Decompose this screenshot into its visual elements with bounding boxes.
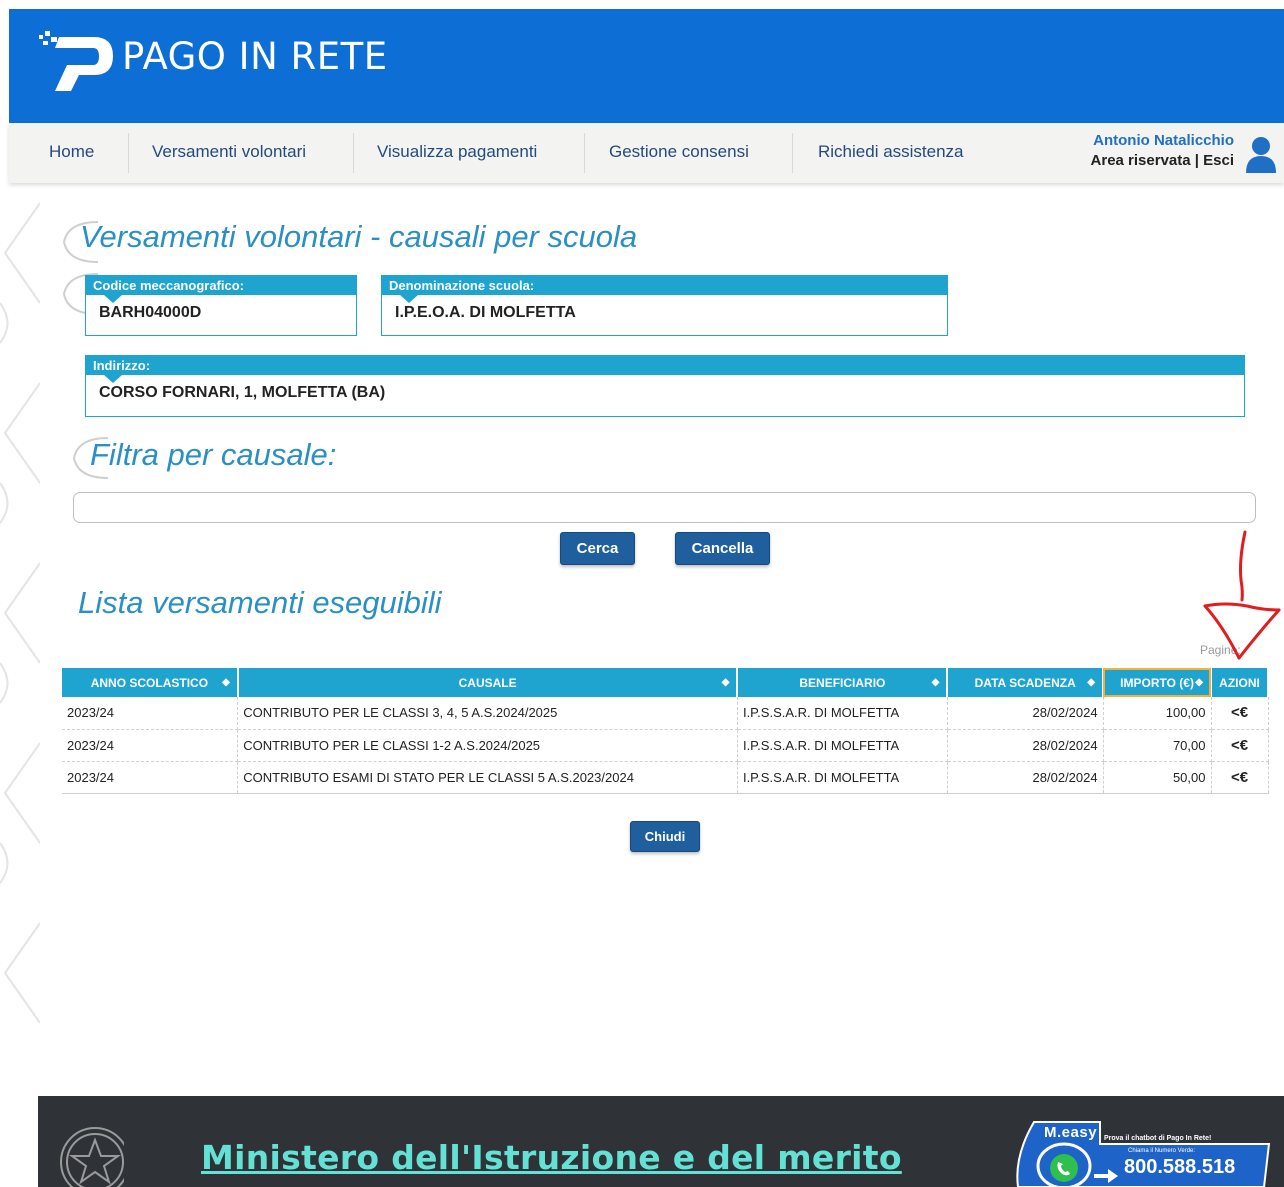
cell-beneficiario: I.P.S.S.A.R. DI MOLFETTA bbox=[737, 729, 948, 762]
codice-value: BARH04000D bbox=[99, 304, 202, 321]
user-links[interactable]: Area riservata | Esci bbox=[1091, 151, 1234, 171]
causale-filter-input[interactable] bbox=[73, 492, 1256, 523]
nav-home[interactable]: Home bbox=[49, 123, 94, 183]
table-row: 2023/24 CONTRIBUTO PER LE CLASSI 3, 4, 5… bbox=[62, 697, 1269, 730]
codice-meccanografico-box: Codice meccanografico: BARH04000D bbox=[85, 275, 357, 336]
column-header-importo[interactable]: IMPORTO (€) ◆ bbox=[1103, 668, 1212, 697]
column-header-causale[interactable]: CAUSALE ◆ bbox=[237, 668, 739, 697]
cell-causale: CONTRIBUTO PER LE CLASSI 1-2 A.S.2024/20… bbox=[237, 729, 738, 762]
column-header-label: IMPORTO (€) bbox=[1120, 675, 1194, 690]
column-header-beneficiario[interactable]: BENEFICIARIO ◆ bbox=[737, 668, 949, 697]
cell-data-scadenza: 28/02/2024 bbox=[947, 729, 1104, 762]
pay-action-icon[interactable]: <€ bbox=[1211, 729, 1269, 762]
table-row: 2023/24 CONTRIBUTO ESAMI DI STATO PER LE… bbox=[62, 761, 1269, 794]
search-button[interactable]: Cerca bbox=[560, 532, 635, 565]
column-header-data-scadenza[interactable]: DATA SCADENZA ◆ bbox=[947, 668, 1105, 697]
cell-data-scadenza: 28/02/2024 bbox=[947, 697, 1104, 730]
ministry-link[interactable]: Ministero dell'Istruzione e del merito bbox=[201, 1138, 902, 1177]
cancel-button[interactable]: Cancella bbox=[675, 532, 770, 565]
cell-data-scadenza: 28/02/2024 bbox=[947, 761, 1104, 794]
column-header-label: BENEFICIARIO bbox=[799, 675, 886, 690]
cell-beneficiario: I.P.S.S.A.R. DI MOLFETTA bbox=[737, 697, 948, 730]
republic-emblem-icon bbox=[60, 1127, 124, 1187]
site-footer: Ministero dell'Istruzione e del merito M… bbox=[38, 1096, 1284, 1187]
cell-causale: CONTRIBUTO PER LE CLASSI 3, 4, 5 A.S.202… bbox=[237, 697, 738, 730]
cell-importo: 50,00 bbox=[1103, 761, 1212, 794]
nav-divider bbox=[584, 133, 585, 173]
phone-label: Chiama il Numero Verde: bbox=[1128, 1148, 1196, 1154]
chatbot-name[interactable]: M.easy bbox=[1044, 1124, 1097, 1141]
user-name[interactable]: Antonio Natalicchio bbox=[1091, 131, 1234, 151]
denominazione-label: Denominazione scuola: bbox=[382, 276, 947, 303]
cell-causale: CONTRIBUTO ESAMI DI STATO PER LE CLASSI … bbox=[237, 761, 738, 794]
nav-versamenti-volontari[interactable]: Versamenti volontari bbox=[152, 123, 306, 183]
main-nav: Home Versamenti volontari Visualizza pag… bbox=[9, 123, 1284, 183]
page-title: Versamenti volontari - causali per scuol… bbox=[80, 219, 638, 254]
sort-icon[interactable]: ◆ bbox=[722, 677, 730, 688]
cell-anno: 2023/24 bbox=[62, 697, 239, 730]
brand-header: PAGO IN RETE bbox=[9, 9, 1284, 123]
nav-divider bbox=[353, 133, 354, 173]
denominazione-box: Denominazione scuola: I.P.E.O.A. DI MOLF… bbox=[381, 275, 948, 336]
user-menu: Antonio Natalicchio Area riservata | Esc… bbox=[1091, 131, 1234, 171]
column-header-label: ANNO SCOLASTICO bbox=[90, 675, 209, 690]
sort-icon[interactable]: ◆ bbox=[222, 677, 230, 688]
nav-visualizza-pagamenti[interactable]: Visualizza pagamenti bbox=[377, 123, 537, 183]
cell-anno: 2023/24 bbox=[62, 729, 239, 762]
codice-label: Codice meccanografico: bbox=[86, 276, 356, 303]
table-header-row: ANNO SCOLASTICO ◆ CAUSALE ◆ BENEFICIARIO ◆ … bbox=[62, 668, 1269, 697]
brand-title[interactable]: PAGO IN RETE bbox=[122, 35, 388, 78]
indirizzo-value: CORSO FORNARI, 1, MOLFETTA (BA) bbox=[99, 384, 386, 401]
cell-importo: 70,00 bbox=[1103, 729, 1212, 762]
sort-icon[interactable]: ◆ bbox=[1195, 677, 1203, 688]
indirizzo-box: Indirizzo: CORSO FORNARI, 1, MOLFETTA (B… bbox=[85, 355, 1245, 417]
chatbot-text: Prova il chatbot di Pago In Rete! bbox=[1104, 1135, 1212, 1142]
list-title: Lista versamenti eseguibili bbox=[78, 585, 442, 620]
payments-table: ANNO SCOLASTICO ◆ CAUSALE ◆ BENEFICIARIO ◆ … bbox=[62, 668, 1269, 794]
cell-anno: 2023/24 bbox=[62, 761, 239, 794]
column-header-label: CAUSALE bbox=[458, 675, 517, 690]
filter-title: Filtra per causale: bbox=[90, 437, 337, 472]
user-icon[interactable] bbox=[1244, 135, 1278, 173]
sort-icon[interactable]: ◆ bbox=[1087, 677, 1095, 688]
column-header-azioni: AZIONI bbox=[1211, 668, 1269, 697]
annotation-arrow-icon bbox=[1203, 530, 1281, 660]
column-header-label: DATA SCADENZA bbox=[974, 675, 1076, 690]
pay-action-icon[interactable]: <€ bbox=[1211, 761, 1269, 794]
nav-richiedi-assistenza[interactable]: Richiedi assistenza bbox=[818, 123, 964, 183]
denominazione-value: I.P.E.O.A. DI MOLFETTA bbox=[395, 304, 576, 321]
pago-logo-icon[interactable] bbox=[39, 29, 117, 93]
column-header-anno[interactable]: ANNO SCOLASTICO ◆ bbox=[62, 668, 239, 697]
indirizzo-label: Indirizzo: bbox=[86, 356, 1244, 383]
close-button[interactable]: Chiudi bbox=[630, 821, 700, 852]
cell-beneficiario: I.P.S.S.A.R. DI MOLFETTA bbox=[737, 761, 948, 794]
nav-divider bbox=[128, 133, 129, 173]
decorative-edge bbox=[0, 202, 40, 1024]
phone-number[interactable]: 800.588.518 bbox=[1124, 1156, 1235, 1179]
nav-divider bbox=[792, 133, 793, 173]
nav-gestione-consensi[interactable]: Gestione consensi bbox=[609, 123, 749, 183]
pay-action-icon[interactable]: <€ bbox=[1211, 697, 1269, 730]
cell-importo: 100,00 bbox=[1103, 697, 1212, 730]
sort-icon[interactable]: ◆ bbox=[932, 677, 940, 688]
table-row: 2023/24 CONTRIBUTO PER LE CLASSI 1-2 A.S… bbox=[62, 729, 1269, 762]
